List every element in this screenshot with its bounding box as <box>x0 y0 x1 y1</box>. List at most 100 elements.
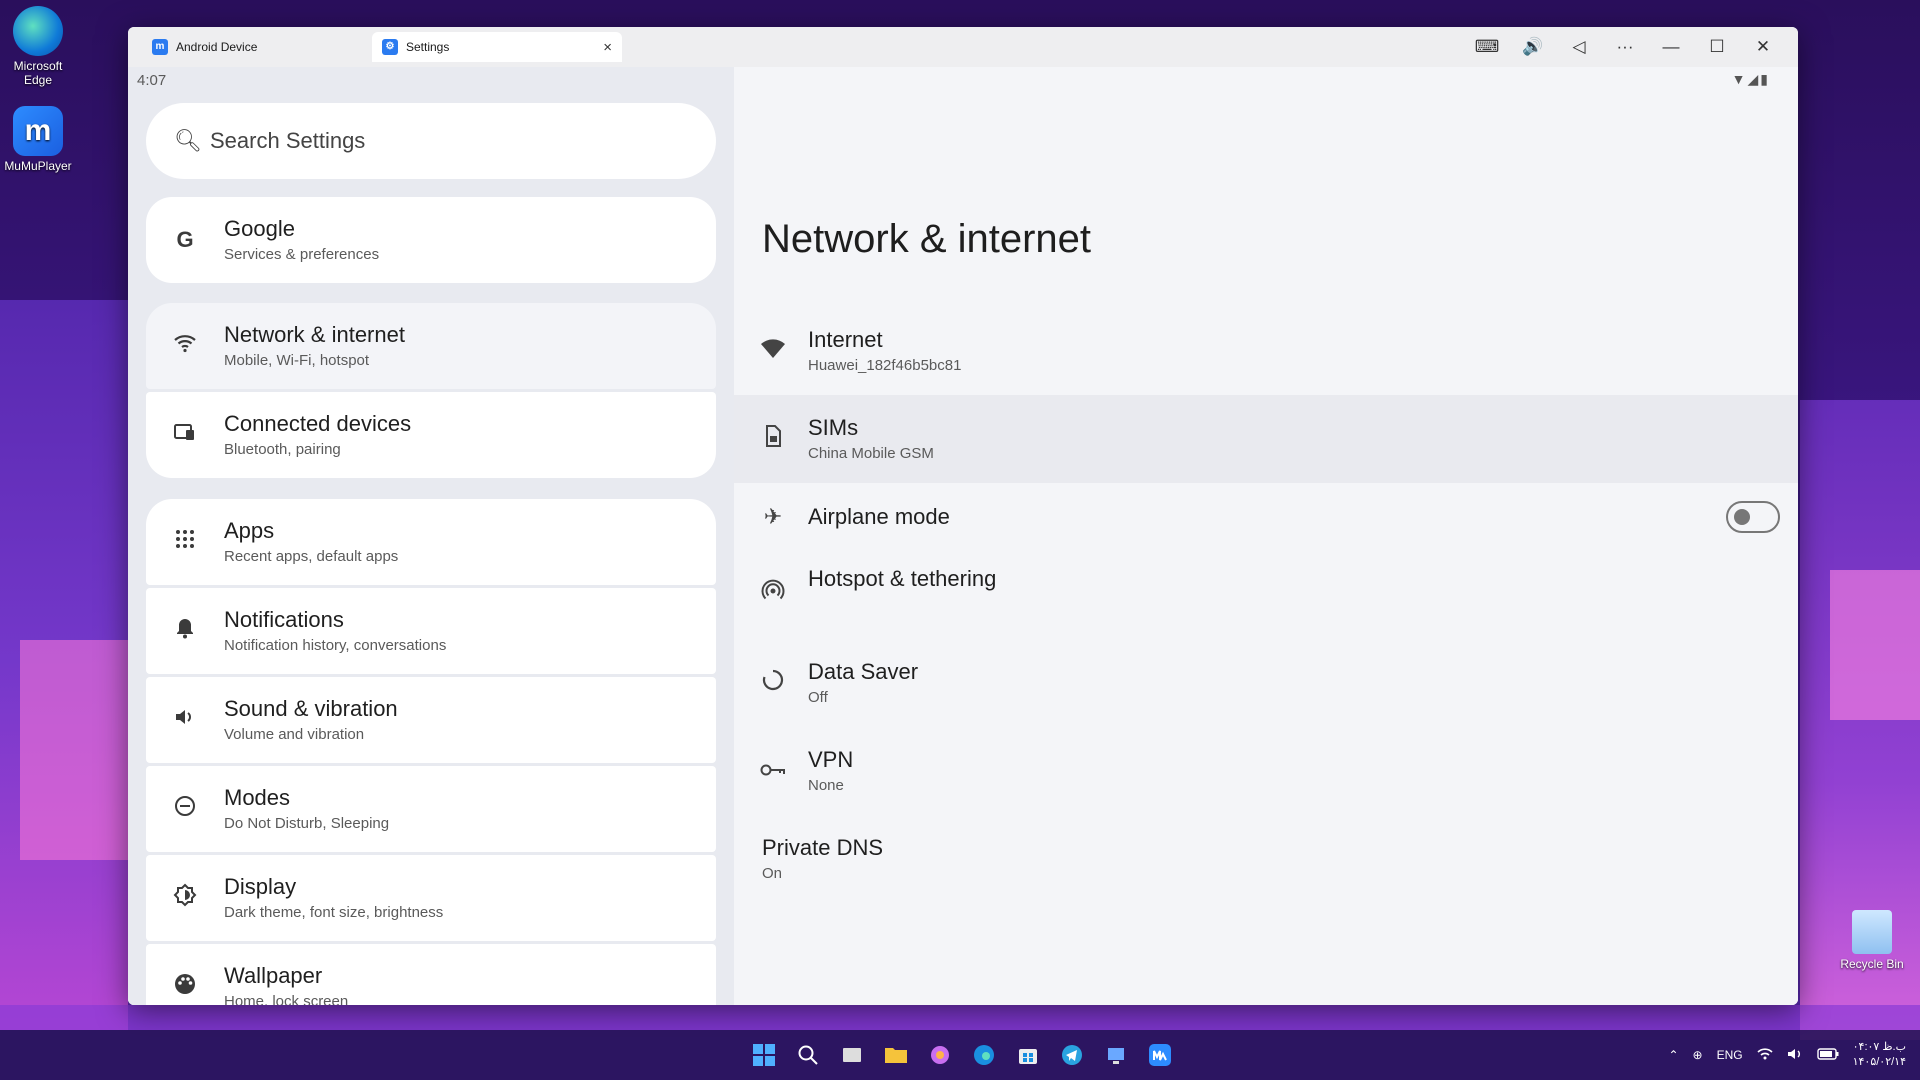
desktop-icon-mumuplayer[interactable]: m MuMuPlayer <box>0 106 76 173</box>
item-title: Notifications <box>224 607 344 632</box>
settings-item-network[interactable]: Network & internet Mobile, Wi-Fi, hotspo… <box>146 303 716 389</box>
tab-settings[interactable]: ⚙ Settings × <box>372 32 622 62</box>
settings-item-display[interactable]: Display Dark theme, font size, brightnes… <box>146 855 716 941</box>
battery-icon[interactable] <box>1816 1047 1839 1063</box>
airplane-mode-toggle[interactable] <box>1726 501 1780 533</box>
item-subtitle: Recent apps, default apps <box>224 548 399 565</box>
close-tab-button[interactable]: × <box>603 39 612 56</box>
chevron-up-icon[interactable]: ⌃ <box>1668 1048 1678 1062</box>
setting-hotspot[interactable]: Hotspot & tethering <box>734 551 1798 639</box>
language-indicator[interactable]: ENG <box>1717 1048 1743 1062</box>
setting-internet[interactable]: Internet Huawei_182f46b5bc81 <box>734 307 1798 395</box>
wallpaper-window-light-right <box>1830 570 1920 720</box>
network-detail-pane: ▼◢▮ Network & internet Internet Huawei_1… <box>734 67 1798 1005</box>
search-settings-bar[interactable]: 🔍︎ Search Settings <box>146 103 716 179</box>
minimize-button[interactable]: — <box>1648 27 1694 67</box>
desktop-icon-label: Microsoft Edge <box>13 59 63 87</box>
recycle-bin-icon <box>1852 910 1892 954</box>
tab-android-device[interactable]: m Android Device <box>142 32 387 62</box>
search-icon: 🔍︎ <box>174 128 202 153</box>
item-title: Internet <box>808 327 883 352</box>
network-settings-list: Internet Huawei_182f46b5bc81 SIMs China … <box>734 307 1798 903</box>
keyboard-icon[interactable]: ⌨ <box>1464 27 1510 67</box>
status-bar-time: 4:07 <box>137 72 167 89</box>
android-screen: 4:07 🔍︎ Search Settings G Google Service… <box>128 67 1798 1005</box>
desktop-icon-edge[interactable]: Microsoft Edge <box>0 6 76 87</box>
settings-list-pane: 4:07 🔍︎ Search Settings G Google Service… <box>128 67 734 1005</box>
item-subtitle: None <box>808 777 844 794</box>
item-title: Hotspot & tethering <box>808 566 997 591</box>
volume-icon[interactable]: 🔊 <box>1510 27 1556 67</box>
file-explorer-icon[interactable] <box>874 1033 918 1077</box>
network-globe-icon[interactable]: ⊕ <box>1693 1048 1703 1062</box>
item-title: Wallpaper <box>224 963 323 988</box>
clock-date: ۱۴۰۵/۰۲/۱۴ <box>1852 1056 1906 1068</box>
close-window-button[interactable]: ✕ <box>1740 27 1786 67</box>
maximize-button[interactable]: ☐ <box>1694 27 1740 67</box>
sim-card-icon <box>754 424 792 454</box>
telegram-icon[interactable] <box>1050 1033 1094 1077</box>
mumuplayer-window: m Android Device ⚙ Settings × ⌨ 🔊 ◁ ··· … <box>128 27 1798 1005</box>
item-title: Apps <box>224 518 275 543</box>
item-subtitle: Home, lock screen <box>224 993 349 1005</box>
settings-item-notifications[interactable]: Notifications Notification history, conv… <box>146 588 716 674</box>
setting-sims[interactable]: SIMs China Mobile GSM <box>734 395 1798 483</box>
setting-airplane-mode[interactable]: ✈ Airplane mode <box>734 483 1798 551</box>
search-placeholder: Search Settings <box>210 128 366 153</box>
item-title: SIMs <box>808 415 859 440</box>
setting-private-dns[interactable]: Private DNS On <box>734 815 1798 903</box>
wifi-icon <box>754 337 792 365</box>
store-icon[interactable] <box>1006 1033 1050 1077</box>
item-subtitle: Huawei_182f46b5bc81 <box>808 357 962 374</box>
devices-icon <box>166 422 204 448</box>
mumu-icon[interactable] <box>1138 1033 1182 1077</box>
settings-group-device: Apps Recent apps, default apps Notificat… <box>146 499 716 1005</box>
wifi-icon <box>166 333 204 359</box>
setting-vpn[interactable]: VPN None <box>734 727 1798 815</box>
more-options-icon[interactable]: ··· <box>1602 27 1648 67</box>
mumu-icon: m <box>13 106 63 156</box>
settings-item-apps[interactable]: Apps Recent apps, default apps <box>146 499 716 585</box>
window-toolbar: ⌨ 🔊 ◁ ··· — ☐ ✕ <box>1464 27 1786 67</box>
airplane-icon: ✈ <box>763 504 783 529</box>
settings-item-google[interactable]: G Google Services & preferences <box>146 197 716 283</box>
settings-item-wallpaper[interactable]: Wallpaper Home, lock screen <box>146 944 716 1005</box>
item-title: Google <box>224 216 295 241</box>
settings-item-connected-devices[interactable]: Connected devices Bluetooth, pairing <box>146 392 716 478</box>
item-subtitle: Services & preferences <box>224 246 380 263</box>
palette-icon <box>166 973 204 1001</box>
item-subtitle: Bluetooth, pairing <box>224 441 341 458</box>
wallpaper-window-light-left <box>20 640 130 860</box>
speaker-icon[interactable] <box>1787 1047 1803 1064</box>
search-icon[interactable] <box>786 1033 830 1077</box>
windows-start-icon[interactable] <box>742 1033 786 1077</box>
taskbar-clock[interactable]: ب.ظ ۰۴:۰۷ ۱۴۰۵/۰۲/۱۴ <box>1853 1040 1906 1070</box>
item-title: Modes <box>224 785 291 810</box>
item-subtitle: On <box>762 865 783 882</box>
desktop-icon-recycle-bin[interactable]: Recycle Bin <box>1824 910 1920 971</box>
bell-icon <box>166 617 204 645</box>
edge-icon[interactable] <box>962 1033 1006 1077</box>
mumu-icon: m <box>152 39 168 55</box>
remote-desktop-icon[interactable] <box>1094 1033 1138 1077</box>
settings-group-connectivity: Network & internet Mobile, Wi-Fi, hotspo… <box>146 303 716 481</box>
hotspot-icon <box>754 579 792 609</box>
item-title: Airplane mode <box>808 504 950 529</box>
tab-label: Android Device <box>176 40 258 54</box>
item-title: Sound & vibration <box>224 696 398 721</box>
copilot-icon[interactable] <box>918 1033 962 1077</box>
task-view-icon[interactable] <box>830 1033 874 1077</box>
setting-data-saver[interactable]: Data Saver Off <box>734 639 1798 727</box>
item-title: Data Saver <box>808 659 919 684</box>
minus-circle-icon <box>166 795 204 823</box>
back-icon[interactable]: ◁ <box>1556 27 1602 67</box>
desktop-icon-label: MuMuPlayer <box>4 159 72 173</box>
system-tray: ⌃ ⊕ ENG ب.ظ ۰۴:۰۷ ۱۴۰۵/۰۲/۱۴ <box>1654 1030 1906 1080</box>
settings-gear-icon: ⚙ <box>382 39 398 55</box>
wallpaper-street <box>0 1005 1920 1030</box>
settings-item-sound[interactable]: Sound & vibration Volume and vibration <box>146 677 716 763</box>
wifi-icon[interactable] <box>1757 1047 1773 1064</box>
settings-item-modes[interactable]: Modes Do Not Disturb, Sleeping <box>146 766 716 852</box>
item-title: Display <box>224 874 297 899</box>
item-subtitle: China Mobile GSM <box>808 445 934 462</box>
